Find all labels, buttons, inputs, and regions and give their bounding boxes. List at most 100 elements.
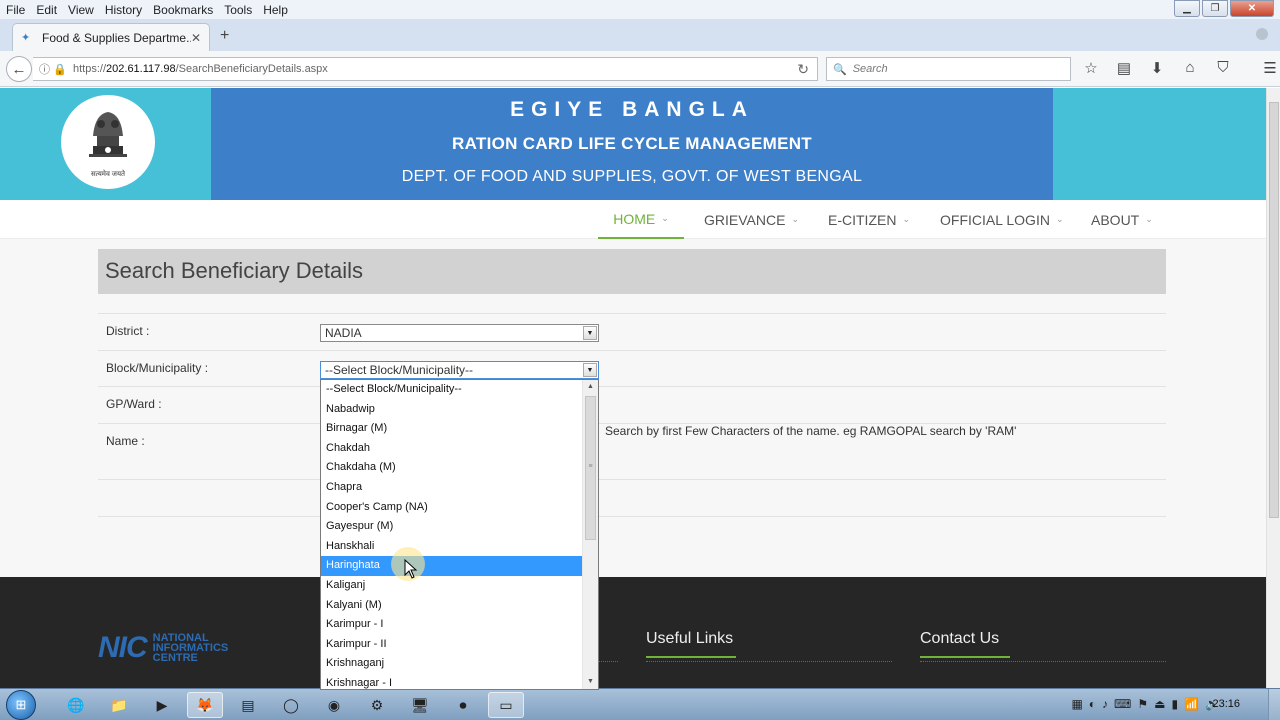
footer-divider — [598, 661, 618, 662]
tray-ime-icon[interactable]: ⌨ — [1114, 697, 1131, 711]
taskbar-ie-icon[interactable]: 🌐 — [58, 692, 94, 718]
footer-divider — [646, 661, 892, 662]
dropdown-option[interactable]: Karimpur - I — [321, 615, 583, 635]
new-tab-icon[interactable]: + — [220, 27, 229, 45]
block-label: Block/Municipality : — [106, 361, 209, 375]
taskbar-media-icon[interactable]: ▶ — [144, 692, 180, 718]
taskbar-firefox-icon[interactable]: 🦊 — [187, 692, 223, 718]
dropdown-options: --Select Block/Municipality-- Nabadwip Bir… — [321, 380, 598, 689]
dropdown-option[interactable]: Hanskhali — [321, 537, 583, 557]
menu-tools[interactable]: Tools — [224, 3, 252, 17]
taskbar-explorer-icon[interactable]: 📁 — [101, 692, 137, 718]
url-path: /SearchBeneficiaryDetails.aspx — [175, 63, 328, 75]
search-input[interactable]: 🔍 Search — [826, 57, 1071, 81]
form-title-bar: Search Beneficiary Details — [98, 249, 1166, 294]
taskbar-clock[interactable]: 23:16 — [1212, 698, 1240, 710]
taskbar-window-icon[interactable]: ▭ — [488, 692, 524, 718]
dropdown-option[interactable]: Kalyani (M) — [321, 596, 583, 616]
favicon-icon: ✦ — [21, 31, 31, 44]
dropdown-option[interactable]: Krishnagar - I — [321, 674, 583, 689]
dropdown-option[interactable]: Karimpur - II — [321, 635, 583, 655]
page-scrollbar[interactable] — [1266, 88, 1280, 688]
menu-history[interactable]: History — [105, 3, 142, 17]
start-button[interactable]: ⊞ — [6, 690, 36, 720]
tab-scroll-icon[interactable] — [1256, 28, 1268, 40]
district-select[interactable]: NADIA ▼ — [320, 324, 599, 342]
address-bar[interactable]: ⓘ 🔒 https://202.61.117.98/SearchBenefici… — [33, 57, 818, 81]
taskbar-opera-icon[interactable]: ◯ — [273, 692, 309, 718]
pocket-icon[interactable]: ⛉ — [1212, 59, 1234, 77]
site-title: EGIYE BANGLA — [510, 98, 754, 121]
nav-official-login[interactable]: OFFICIAL LOGIN ⌄ — [940, 200, 1064, 239]
system-tray: ▦ ◐ ♪ ⌨ ⚑ ⏏ ▮ 📶 🔊 — [1071, 697, 1220, 711]
tray-flag-icon[interactable]: ⚑ — [1137, 697, 1148, 711]
show-desktop-button[interactable] — [1268, 689, 1280, 720]
nic-caption-line-3: CENTRE — [152, 652, 198, 664]
search-placeholder: Search — [852, 63, 888, 75]
url-host: 202.61.117.98 — [106, 63, 176, 75]
block-municipality-dropdown-list[interactable]: --Select Block/Municipality-- Nabadwip Bir… — [320, 379, 599, 690]
menu-edit[interactable]: Edit — [36, 3, 57, 17]
dropdown-option[interactable]: Chapra — [321, 478, 583, 498]
home-icon[interactable]: ⌂ — [1179, 59, 1201, 77]
tray-usb-icon[interactable]: ⏏ — [1154, 697, 1165, 711]
dropdown-option[interactable]: Chakdah — [321, 439, 583, 459]
tray-music-icon[interactable]: ♪ — [1102, 697, 1108, 711]
scroll-down-icon[interactable]: ▼ — [583, 675, 598, 689]
dropdown-option[interactable]: Cooper's Camp (NA) — [321, 498, 583, 518]
mouse-cursor-highlight — [391, 547, 425, 581]
dropdown-option[interactable]: --Select Block/Municipality-- — [321, 380, 583, 400]
taskbar-app-icon[interactable]: ▤ — [230, 692, 266, 718]
nav-e-citizen[interactable]: E-CITIZEN ⌄ — [828, 200, 910, 239]
menu-bookmarks[interactable]: Bookmarks — [153, 3, 213, 17]
browser-tab[interactable]: ✦ Food & Supplies Departme... ✕ — [12, 23, 210, 51]
dropdown-scrollbar[interactable]: ▲ ≡ ▼ — [582, 380, 598, 689]
search-form-section: Search Beneficiary Details District : NA… — [0, 239, 1266, 577]
menu-help[interactable]: Help — [263, 3, 288, 17]
bookmark-star-icon[interactable]: ☆ — [1080, 59, 1102, 77]
taskbar-monitor-icon[interactable]: 🖥 — [402, 692, 438, 718]
dropdown-option[interactable]: Kaliganj — [321, 576, 583, 596]
dropdown-scrollbar-thumb[interactable]: ≡ — [585, 396, 596, 540]
nav-grievance-label: GRIEVANCE — [704, 211, 786, 228]
gp-ward-label: GP/Ward : — [106, 397, 162, 411]
minimize-button[interactable]: ▁ — [1174, 0, 1200, 17]
nav-home[interactable]: HOME ⌄ — [598, 200, 684, 239]
menu-view[interactable]: View — [68, 3, 94, 17]
back-button[interactable]: ← — [6, 56, 32, 82]
nav-about[interactable]: ABOUT ⌄ — [1091, 200, 1153, 239]
taskbar-chrome-icon[interactable]: ◉ — [316, 692, 352, 718]
dropdown-option[interactable]: Chakdaha (M) — [321, 458, 583, 478]
tray-network-icon[interactable]: 📶 — [1184, 697, 1199, 711]
dropdown-option[interactable]: Haringhata — [321, 556, 583, 576]
dropdown-option[interactable]: Krishnaganj — [321, 654, 583, 674]
tab-title: Food & Supplies Departme... — [42, 30, 191, 45]
page-scrollbar-thumb[interactable] — [1269, 102, 1279, 518]
tray-battery-icon[interactable]: ▮ — [1171, 697, 1178, 711]
national-emblem-logo: सत्यमेव जयते — [61, 95, 155, 189]
taskbar-recorder-icon[interactable]: ⏺ — [445, 692, 481, 718]
reading-list-icon[interactable]: ▤ — [1113, 59, 1135, 77]
useful-links-heading: Useful Links — [646, 630, 737, 658]
site-info-icon[interactable]: ⓘ 🔒 — [39, 61, 73, 77]
chevron-down-icon[interactable]: ▼ — [583, 363, 597, 377]
nav-grievance[interactable]: GRIEVANCE ⌄ — [704, 200, 799, 239]
tray-app-icon[interactable]: ◐ — [1089, 697, 1096, 711]
maximize-button[interactable]: ❐ — [1202, 0, 1228, 17]
block-row: Block/Municipality : — [98, 350, 1166, 387]
nav-home-label: HOME — [613, 210, 656, 227]
tray-keyboard-icon[interactable]: ▦ — [1071, 697, 1082, 711]
taskbar-tool-icon[interactable]: ⚙ — [359, 692, 395, 718]
reload-icon[interactable]: ↻ — [797, 61, 809, 78]
scroll-up-icon[interactable]: ▲ — [583, 380, 598, 394]
menu-hamburger-icon[interactable]: ☰ — [1259, 59, 1280, 77]
downloads-icon[interactable]: ⬇ — [1146, 59, 1168, 77]
menu-file[interactable]: File — [6, 3, 25, 17]
chevron-down-icon[interactable]: ▼ — [583, 326, 597, 340]
dropdown-option[interactable]: Birnagar (M) — [321, 419, 583, 439]
dropdown-option[interactable]: Nabadwip — [321, 400, 583, 420]
close-tab-icon[interactable]: ✕ — [191, 31, 201, 45]
close-window-button[interactable]: ✕ — [1230, 0, 1274, 17]
dropdown-option[interactable]: Gayespur (M) — [321, 517, 583, 537]
block-municipality-select[interactable]: --Select Block/Municipality-- ▼ — [320, 361, 599, 379]
